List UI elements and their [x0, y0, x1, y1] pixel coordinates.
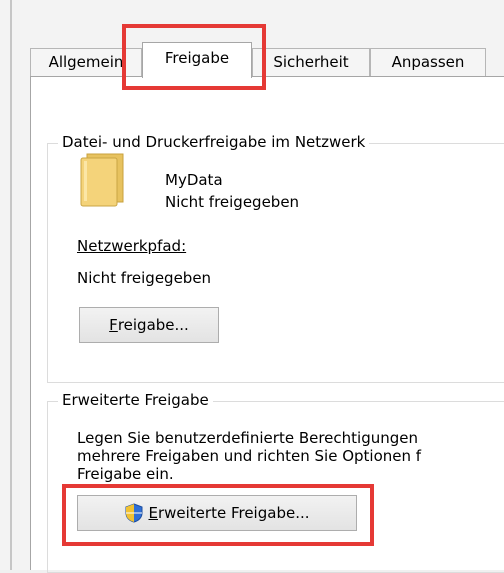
advanced-sharing-title: Erweiterte Freigabe — [58, 391, 213, 409]
tab-allgemein[interactable]: Allgemein — [30, 48, 142, 76]
tab-panel: Datei- und Druckerfreigabe im Netzwerk M… — [30, 76, 504, 573]
properties-dialog: Allgemein Freigabe Sicherheit Anpassen D… — [0, 0, 504, 573]
tab-anpassen[interactable]: Anpassen — [370, 48, 486, 76]
advanced-sharing-group: Erweiterte Freigabe — [47, 391, 504, 573]
advanced-description-line3: Freigabe ein. — [77, 465, 174, 483]
item-status: Nicht freigegeben — [165, 193, 300, 211]
uac-shield-icon — [125, 503, 143, 523]
tab-sicherheit[interactable]: Sicherheit — [252, 48, 370, 76]
advanced-description-line2: mehrere Freigaben und richten Sie Option… — [77, 447, 422, 465]
window-edge — [10, 0, 12, 570]
share-button[interactable]: Freigabe... — [79, 307, 219, 343]
advanced-description-line1: Legen Sie benutzerdefinierte Berechtigun… — [77, 429, 419, 447]
folder-icon — [80, 153, 124, 207]
network-path-label: Netzwerkpfad: — [77, 237, 187, 255]
tab-freigabe[interactable]: Freigabe — [142, 42, 252, 78]
item-name: MyData — [165, 171, 223, 189]
advanced-sharing-button[interactable]: Erweiterte Freigabe... — [77, 495, 357, 531]
network-path-value: Nicht freigegeben — [77, 269, 212, 287]
